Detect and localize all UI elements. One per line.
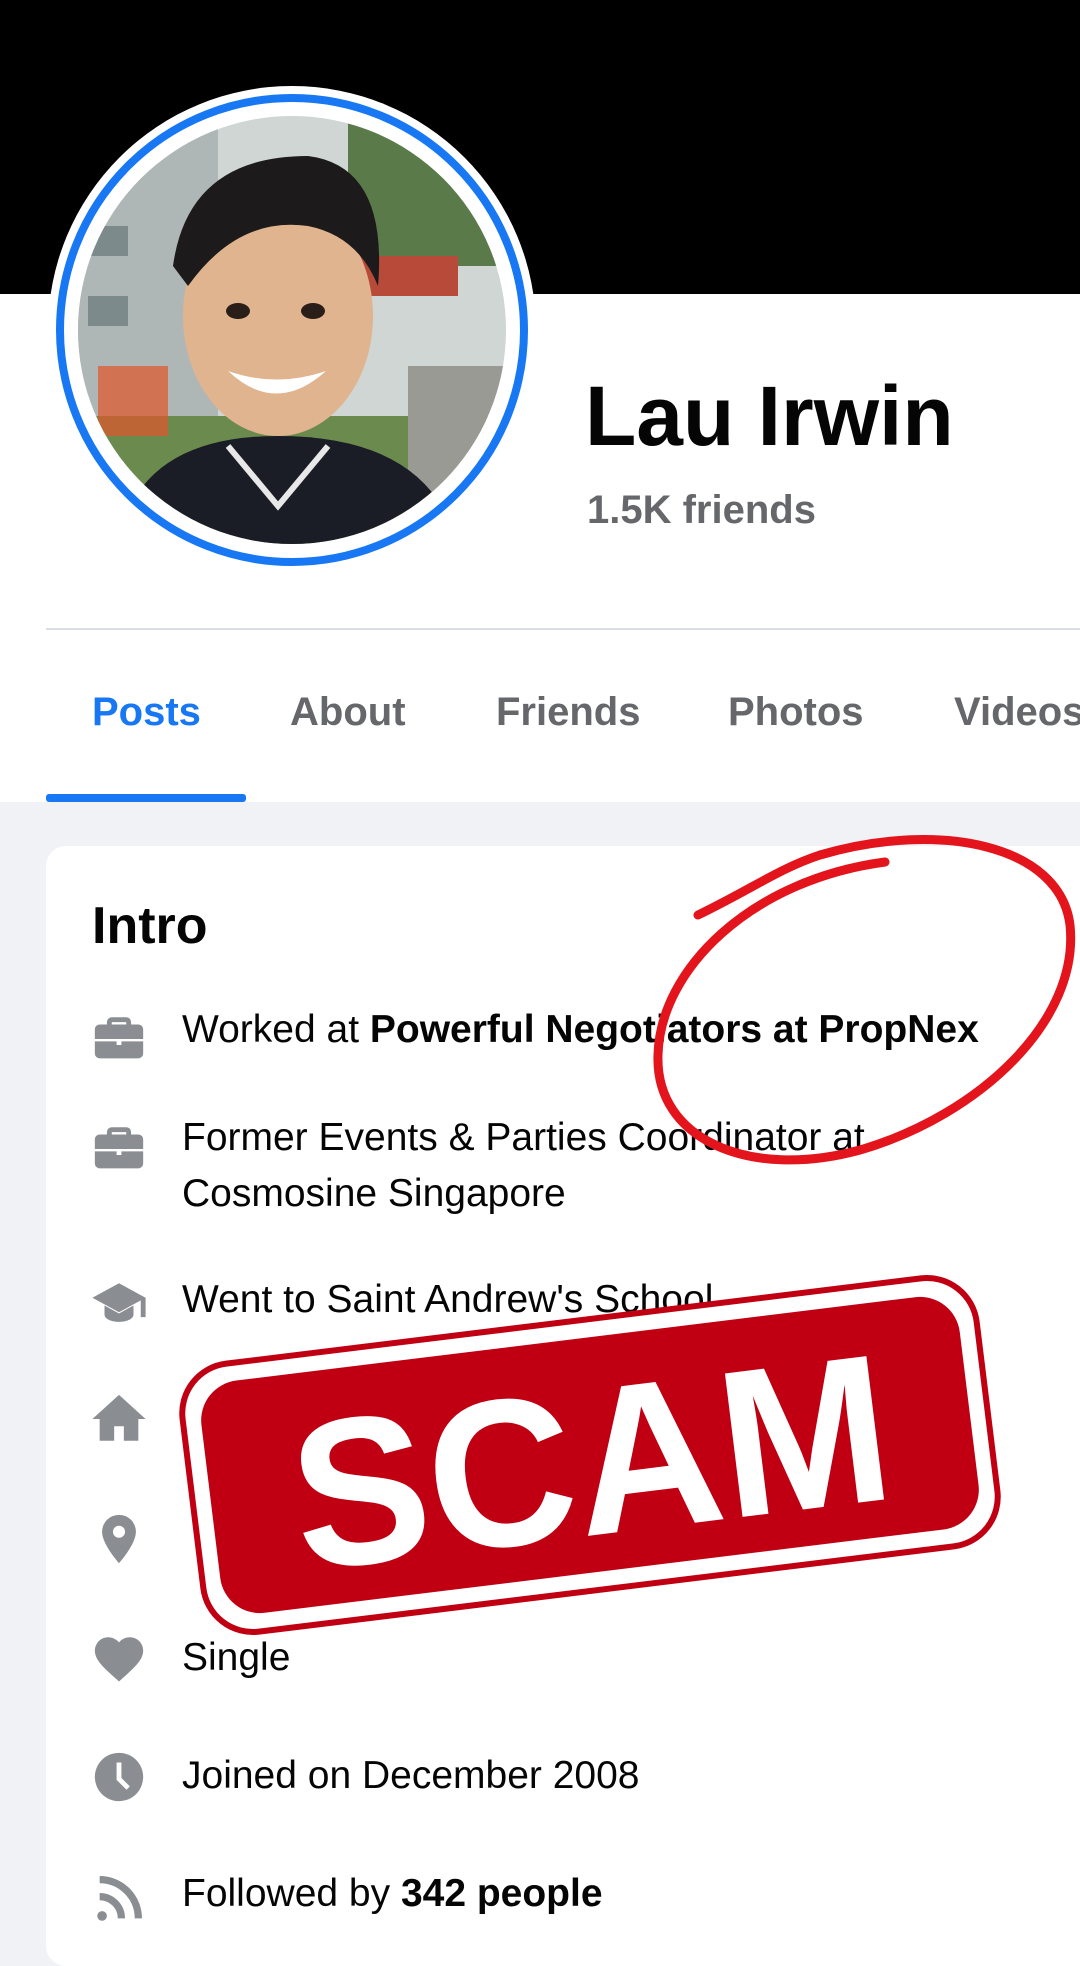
tab-photos[interactable]: Photos [728, 690, 864, 735]
briefcase-icon [90, 1120, 148, 1178]
friends-count[interactable]: 1.5K friends [587, 488, 816, 533]
intro-title: Intro [92, 897, 208, 955]
tab-about[interactable]: About [290, 690, 406, 735]
active-tab-indicator [46, 794, 246, 802]
graduation-cap-icon [90, 1276, 148, 1334]
profile-avatar[interactable] [48, 86, 536, 574]
rss-icon [90, 1870, 148, 1928]
divider [46, 628, 1080, 630]
home-icon [90, 1390, 148, 1448]
avatar-photo [78, 116, 506, 544]
intro-item-text: Followed by 342 people [182, 1872, 603, 1915]
red-circle-annotation [640, 820, 1080, 1200]
tab-posts[interactable]: Posts [92, 690, 201, 735]
tab-friends[interactable]: Friends [496, 690, 640, 735]
scam-stamp: SCAM [170, 1270, 1010, 1640]
tab-videos[interactable]: Videos [954, 690, 1080, 735]
briefcase-icon [90, 1010, 148, 1068]
heart-icon [90, 1630, 148, 1688]
profile-name: Lau Irwin [585, 369, 954, 463]
clock-icon [90, 1748, 148, 1806]
location-pin-icon [90, 1510, 148, 1568]
intro-item-text: Joined on December 2008 [182, 1754, 640, 1797]
profile-tabs: Posts About Friends Photos Videos [0, 690, 1080, 760]
followers-link[interactable]: 342 people [401, 1872, 603, 1915]
